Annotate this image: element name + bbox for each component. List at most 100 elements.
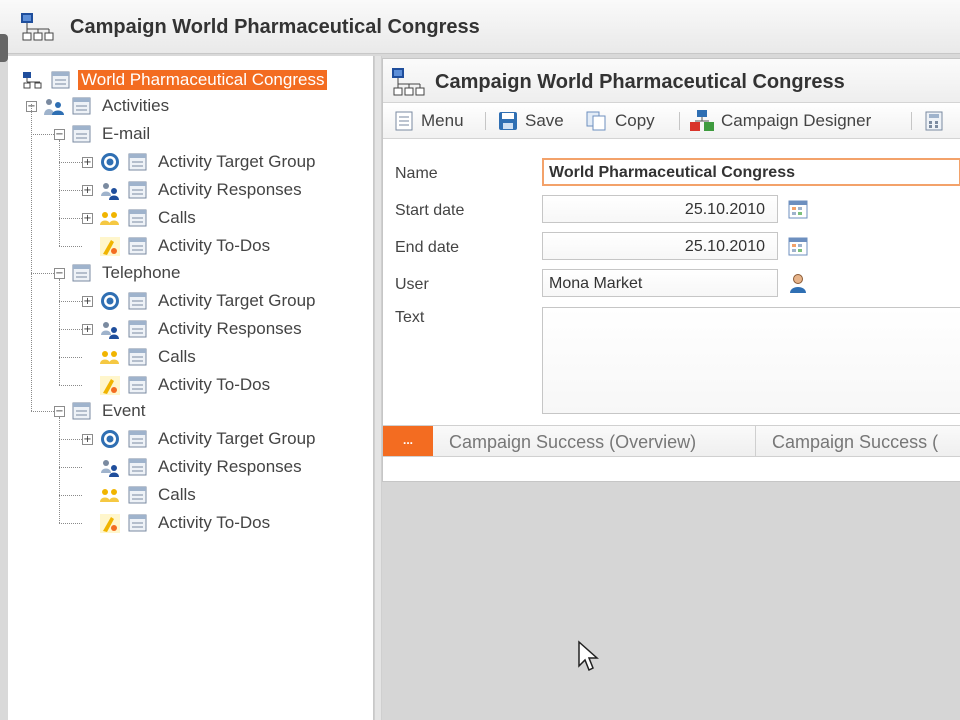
- campaign-title: Campaign World Pharmaceutical Congress: [435, 71, 845, 93]
- collapse-handle[interactable]: [0, 34, 8, 62]
- menu-button[interactable]: Menu: [393, 108, 464, 134]
- name-input[interactable]: World Pharmaceutical Congress: [542, 158, 960, 186]
- tree-item-activities[interactable]: − Activities: [26, 94, 172, 118]
- calls-icon: [100, 212, 119, 225]
- record-icon: [128, 348, 147, 366]
- record-icon: [128, 209, 147, 227]
- tree-root-item[interactable]: World Pharmaceutical Congress: [22, 68, 328, 92]
- calls-icon: [100, 489, 119, 502]
- tree-item-activity-to-dos[interactable]: Activity To-Dos: [82, 511, 273, 535]
- record-icon: [128, 237, 147, 255]
- record-icon: [51, 71, 70, 89]
- tree-connector: [59, 495, 82, 496]
- user-label: User: [395, 276, 429, 293]
- calendar-icon[interactable]: [787, 198, 809, 220]
- calendar-icon[interactable]: [787, 235, 809, 257]
- tree-node-label: Activity Target Group: [158, 152, 316, 171]
- tree-node-label: World Pharmaceutical Congress: [78, 70, 328, 90]
- copy-button[interactable]: Copy: [585, 108, 655, 134]
- tree-item-activity-to-dos[interactable]: Activity To-Dos: [82, 373, 273, 397]
- expand-toggle-icon[interactable]: −: [54, 405, 65, 417]
- campaign-designer-button[interactable]: Campaign Designer: [689, 108, 871, 134]
- tree-connector: [31, 411, 54, 412]
- tab-campaign-success[interactable]: Campaign Success (: [772, 432, 938, 453]
- tab-campaign-success-overview[interactable]: Campaign Success (Overview): [449, 432, 696, 453]
- tree-item-group-e-mail[interactable]: − E-mail: [54, 122, 153, 146]
- end-date-input[interactable]: 25.10.2010: [542, 232, 778, 260]
- record-icon: [128, 514, 147, 532]
- tree-node-label: E-mail: [102, 124, 151, 143]
- hierarchy-icon: [23, 72, 42, 89]
- record-icon: [128, 320, 147, 338]
- start-date-input[interactable]: 25.10.2010: [542, 195, 778, 223]
- expand-toggle-icon[interactable]: +: [82, 295, 93, 307]
- record-icon: [72, 97, 91, 115]
- tree-connector: [31, 273, 54, 274]
- toolbar-divider: [485, 112, 486, 130]
- expand-toggle-icon[interactable]: +: [82, 156, 93, 168]
- tree-item-activity-responses[interactable]: Activity Responses: [82, 455, 305, 479]
- mouse-cursor-icon: [578, 640, 599, 672]
- tree-item-calls[interactable]: Calls: [82, 483, 199, 507]
- save-icon: [499, 112, 517, 130]
- toolbar-divider: [679, 112, 680, 130]
- tree-node-label: Activity Responses: [158, 180, 302, 199]
- hierarchy-icon: [21, 13, 54, 41]
- tree-node-label: Event: [102, 401, 146, 420]
- tree-connector: [59, 417, 60, 523]
- tree-node-label: Activities: [102, 96, 170, 115]
- copy-label: Copy: [615, 111, 655, 130]
- tree-panel: World Pharmaceutical Congress − Activities…: [8, 56, 374, 720]
- tab-more-button[interactable]: ...: [383, 426, 433, 456]
- tree-item-group-telephone[interactable]: − Telephone: [54, 261, 183, 285]
- campaign-panel: Campaign World Pharmaceutical Congress M…: [382, 58, 960, 482]
- expand-toggle-icon[interactable]: −: [54, 267, 65, 279]
- tree-connector: [59, 279, 60, 385]
- tree-connector: [31, 104, 32, 411]
- tree-item-activity-target-group[interactable]: + Activity Target Group: [82, 427, 318, 451]
- text-label: Text: [395, 309, 425, 326]
- app-title-bar: Campaign World Pharmaceutical Congress: [0, 0, 960, 54]
- calculator-icon: [925, 111, 943, 131]
- tree-node-label: Activity Responses: [158, 457, 302, 476]
- tree-item-activity-target-group[interactable]: + Activity Target Group: [82, 289, 318, 313]
- tree-connector: [59, 467, 82, 468]
- more-toolbar-button[interactable]: [923, 108, 951, 134]
- record-icon: [128, 153, 147, 171]
- name-label: Name: [395, 165, 438, 182]
- tree-node-label: Activity To-Dos: [158, 513, 271, 532]
- user-input[interactable]: Mona Market: [542, 269, 778, 297]
- responses-icon: [101, 460, 119, 477]
- record-icon: [72, 402, 91, 420]
- app-title: Campaign World Pharmaceutical Congress: [70, 16, 480, 38]
- panel-splitter[interactable]: [374, 56, 382, 720]
- user-picker-icon[interactable]: [787, 272, 809, 294]
- tree-item-calls[interactable]: + Calls: [82, 206, 199, 230]
- expand-toggle-icon[interactable]: +: [82, 184, 93, 196]
- tree-connector: [59, 301, 82, 302]
- save-button[interactable]: Save: [497, 108, 564, 134]
- designer-icon: [690, 110, 714, 131]
- start-date-label: Start date: [395, 202, 465, 219]
- menu-label: Menu: [421, 111, 464, 130]
- expand-toggle-icon[interactable]: +: [82, 212, 93, 224]
- tree-item-activity-responses[interactable]: + Activity Responses: [82, 317, 305, 341]
- tree-item-group-event[interactable]: − Event: [54, 399, 148, 423]
- tree-node-label: Calls: [158, 485, 196, 504]
- expand-toggle-icon[interactable]: −: [54, 128, 65, 140]
- expand-toggle-icon[interactable]: +: [82, 433, 93, 445]
- tree-node-label: Activity Target Group: [158, 429, 316, 448]
- tree-node-label: Calls: [158, 208, 196, 227]
- record-icon: [72, 264, 91, 282]
- tree-item-activity-target-group[interactable]: + Activity Target Group: [82, 150, 318, 174]
- tree-item-activity-to-dos[interactable]: Activity To-Dos: [82, 234, 273, 258]
- responses-icon: [101, 322, 119, 339]
- expand-toggle-icon[interactable]: +: [82, 323, 93, 335]
- target-group-icon: [101, 430, 119, 448]
- tree-item-activity-responses[interactable]: + Activity Responses: [82, 178, 305, 202]
- tree-connector: [59, 385, 82, 386]
- save-label: Save: [525, 111, 564, 130]
- target-group-icon: [101, 153, 119, 171]
- text-area[interactable]: [542, 307, 960, 414]
- tree-item-calls[interactable]: Calls: [82, 345, 199, 369]
